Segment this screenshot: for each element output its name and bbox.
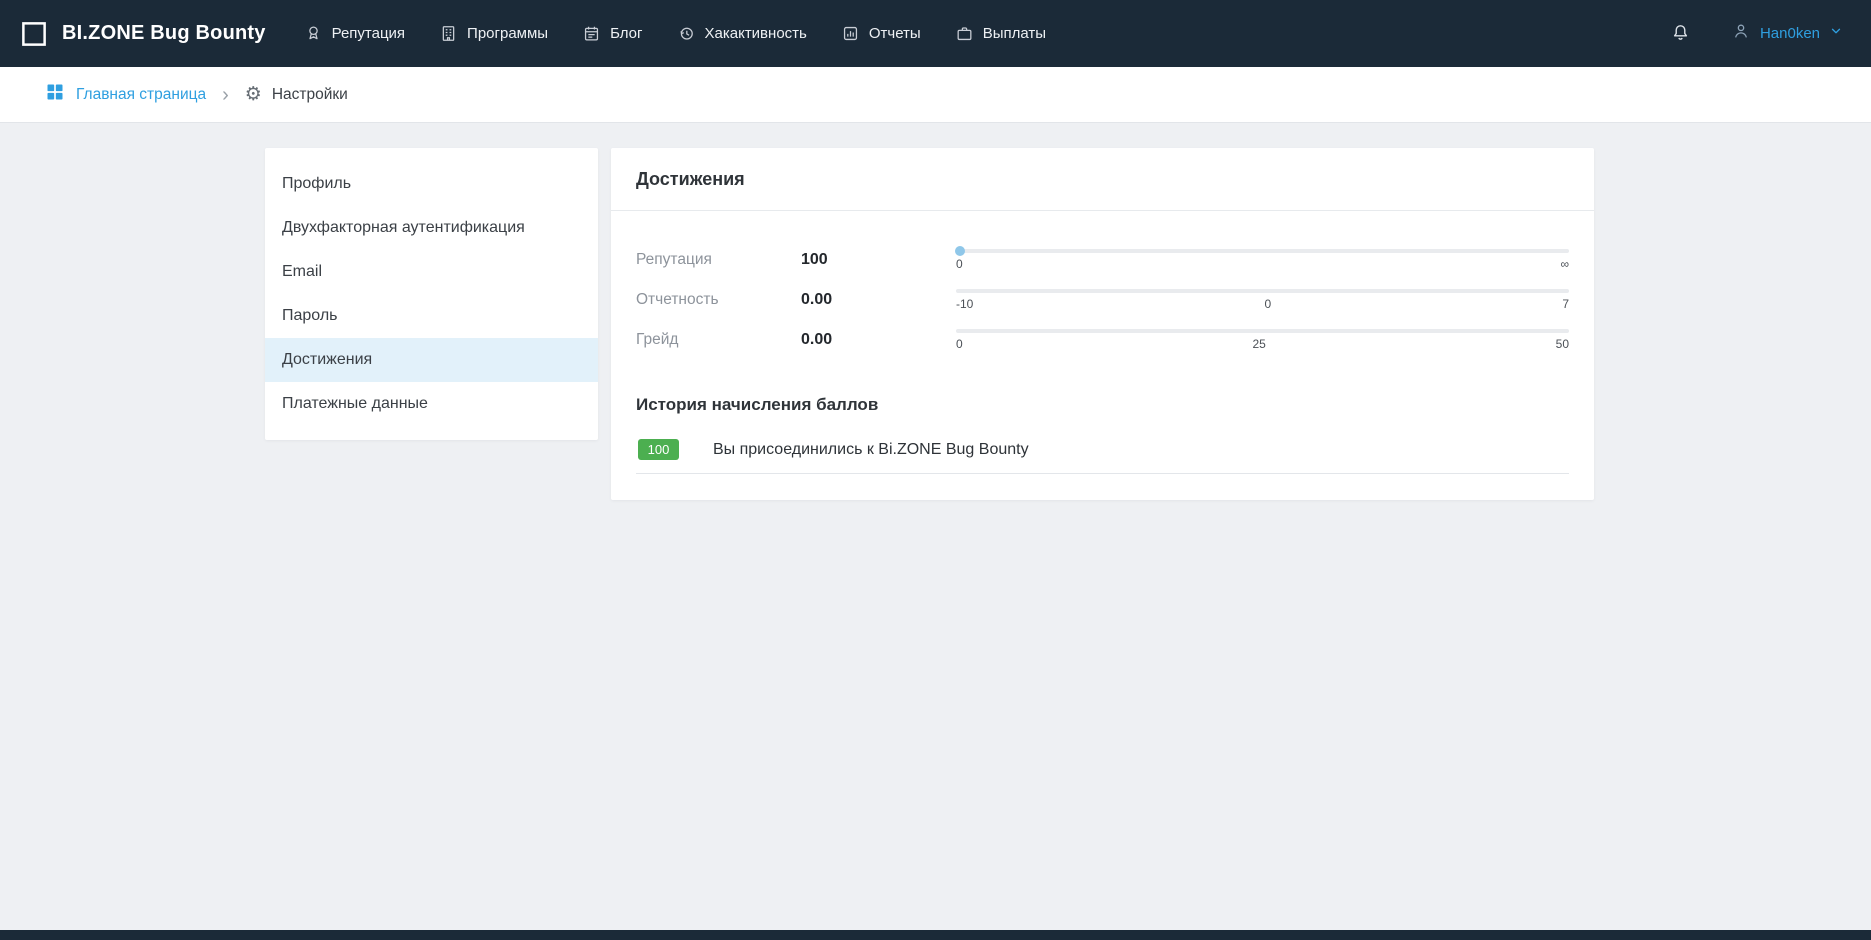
scale-min: 0 <box>956 337 963 351</box>
scale-mid: 0 <box>1264 297 1271 311</box>
grade-slider: 0 25 50 <box>956 329 1569 351</box>
nav-item-blog[interactable]: Блог <box>582 24 642 43</box>
metric-label: Грейд <box>636 331 801 349</box>
main-nav: Репутация Программы Блог <box>304 24 1046 43</box>
metric-row-reporting: Отчетность 0.00 -10 0 7 <box>636 289 1569 311</box>
navbar-right: Han0ken <box>1670 21 1843 46</box>
report-icon <box>841 24 860 43</box>
sidebar-item-2fa[interactable]: Двухфакторная аутентификация <box>265 206 598 250</box>
nav-item-label: Блог <box>610 25 642 42</box>
briefcase-icon <box>955 24 974 43</box>
metrics-section: Репутация 100 0 ∞ Отчетность 0.00 <box>611 211 1594 379</box>
sidebar-item-label: Профиль <box>282 175 351 193</box>
points-history-title: История начисления баллов <box>636 395 1569 415</box>
sidebar-item-password[interactable]: Пароль <box>265 294 598 338</box>
achievements-header: Достижения <box>611 148 1594 211</box>
breadcrumb-separator: › <box>222 85 229 105</box>
metric-label: Репутация <box>636 251 801 269</box>
username: Han0ken <box>1760 25 1820 42</box>
achievements-card: Достижения Репутация 100 0 ∞ О <box>611 148 1594 500</box>
scale-max: 50 <box>1556 337 1569 351</box>
metric-label: Отчетность <box>636 291 801 309</box>
medal-icon <box>304 24 323 43</box>
footer-strip <box>0 930 1871 940</box>
grid-icon <box>45 82 65 107</box>
metric-value: 100 <box>801 251 956 269</box>
history-entry: 100 Вы присоединились к Bi.ZONE Bug Boun… <box>636 431 1569 474</box>
reporting-slider: -10 0 7 <box>956 289 1569 311</box>
slider-handle <box>955 246 965 256</box>
reputation-slider: 0 ∞ <box>956 249 1569 271</box>
slider-scale: 0 25 50 <box>956 337 1569 351</box>
chevron-down-icon <box>1829 24 1843 43</box>
sidebar-item-label: Достижения <box>282 351 372 369</box>
bell-icon <box>1670 22 1691 46</box>
calendar-icon <box>582 24 601 43</box>
slider-track <box>956 289 1569 293</box>
sidebar-item-email[interactable]: Email <box>265 250 598 294</box>
brand-title: BI.ZONE Bug Bounty <box>62 22 266 45</box>
top-navbar: BI.ZONE Bug Bounty Репутация Программы <box>0 0 1871 67</box>
nav-item-label: Программы <box>467 25 548 42</box>
scale-min: -10 <box>956 297 973 311</box>
nav-item-programs[interactable]: Программы <box>439 24 548 43</box>
slider-scale: -10 0 7 <box>956 297 1569 311</box>
user-icon <box>1731 21 1751 46</box>
bizone-logo-icon <box>19 19 49 49</box>
points-badge: 100 <box>638 439 679 460</box>
sidebar-item-achievements[interactable]: Достижения <box>265 338 598 382</box>
settings-sidebar: Профиль Двухфакторная аутентификация Ema… <box>265 148 598 440</box>
scale-max: ∞ <box>1560 257 1569 271</box>
sidebar-item-payment-details[interactable]: Платежные данные <box>265 382 598 426</box>
breadcrumb-home-link[interactable]: Главная страница <box>45 82 206 107</box>
notifications-button[interactable] <box>1670 22 1691 46</box>
slider-track <box>956 249 1569 253</box>
breadcrumb-home-label: Главная страница <box>76 86 206 104</box>
nav-item-reputation[interactable]: Репутация <box>304 24 405 43</box>
points-history-section: История начисления баллов 100 Вы присоед… <box>611 379 1594 474</box>
sidebar-item-label: Двухфакторная аутентификация <box>282 219 525 237</box>
metric-value: 0.00 <box>801 331 956 349</box>
history-icon <box>677 24 696 43</box>
breadcrumb-current-label: Настройки <box>272 86 348 104</box>
scale-mid: 25 <box>1252 337 1265 351</box>
sidebar-item-label: Платежные данные <box>282 395 428 413</box>
nav-item-reports[interactable]: Отчеты <box>841 24 921 43</box>
nav-item-label: Отчеты <box>869 25 921 42</box>
slider-track <box>956 329 1569 333</box>
sidebar-item-label: Пароль <box>282 307 338 325</box>
sidebar-item-label: Email <box>282 263 322 281</box>
metric-row-grade: Грейд 0.00 0 25 50 <box>636 329 1569 351</box>
metric-row-reputation: Репутация 100 0 ∞ <box>636 249 1569 271</box>
page-title: Достижения <box>636 169 745 190</box>
building-icon <box>439 24 458 43</box>
gear-icon: ⚙ <box>245 85 262 104</box>
nav-item-label: Выплаты <box>983 25 1046 42</box>
breadcrumb: Главная страница › ⚙ Настройки <box>0 67 1871 123</box>
nav-item-payouts[interactable]: Выплаты <box>955 24 1046 43</box>
scale-max: 7 <box>1562 297 1569 311</box>
history-entry-text: Вы присоединились к Bi.ZONE Bug Bounty <box>713 441 1029 459</box>
nav-item-hackactivity[interactable]: Хакактивность <box>677 24 807 43</box>
user-menu[interactable]: Han0ken <box>1731 21 1843 46</box>
scale-min: 0 <box>956 257 963 271</box>
brand-home-link[interactable]: BI.ZONE Bug Bounty <box>19 19 266 49</box>
sidebar-item-profile[interactable]: Профиль <box>265 162 598 206</box>
slider-scale: 0 ∞ <box>956 257 1569 271</box>
nav-item-label: Хакактивность <box>705 25 807 42</box>
nav-item-label: Репутация <box>332 25 405 42</box>
breadcrumb-current: ⚙ Настройки <box>245 85 348 104</box>
main-content: Профиль Двухфакторная аутентификация Ema… <box>0 123 1871 500</box>
metric-value: 0.00 <box>801 291 956 309</box>
